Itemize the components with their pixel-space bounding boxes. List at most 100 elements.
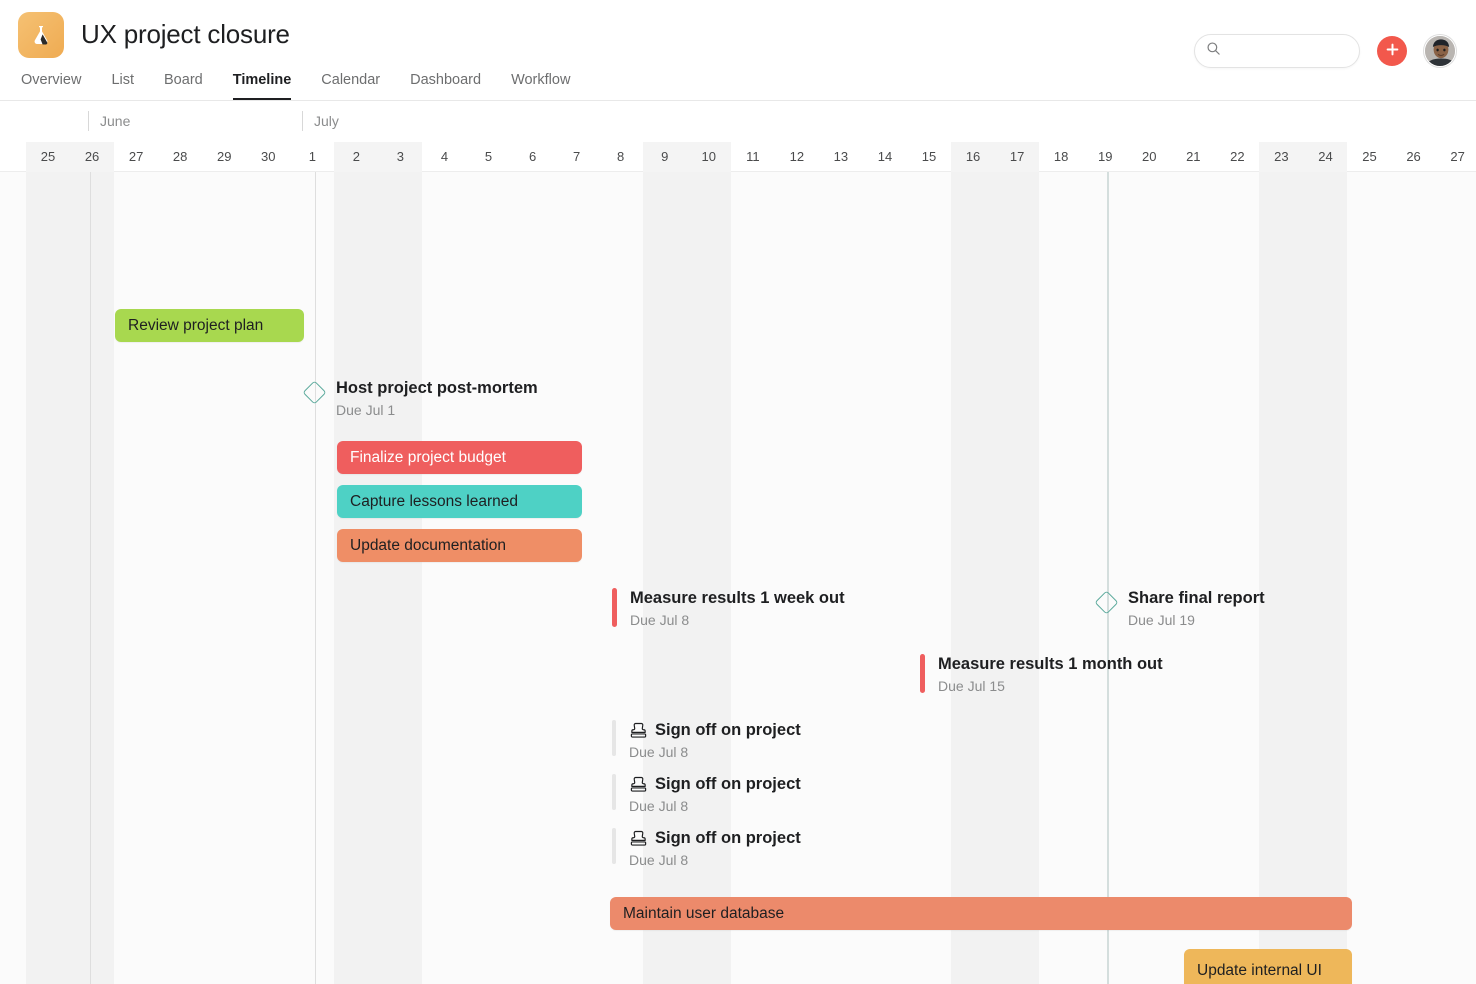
tab-overview[interactable]: Overview — [21, 72, 81, 100]
milestone-bar-marker — [612, 774, 616, 810]
milestone-text: Measure results 1 week outDue Jul 8 — [630, 587, 845, 630]
day-header-cell: 27 — [1436, 142, 1476, 172]
milestone-text: Sign off on projectDue Jul 8 — [629, 773, 801, 816]
search-box[interactable] — [1194, 34, 1360, 68]
month-divider — [90, 172, 91, 984]
day-header-cell: 9 — [643, 142, 687, 172]
tab-calendar[interactable]: Calendar — [321, 72, 380, 100]
day-header-cell: 7 — [555, 142, 599, 172]
timeline-view[interactable]: June July 252627282930123456789101112131… — [0, 101, 1476, 984]
milestone-bar-marker — [920, 654, 925, 693]
day-header-cell: 3 — [378, 142, 422, 172]
stamp-icon — [629, 775, 648, 794]
header-actions — [1194, 34, 1456, 68]
day-header-cell: 10 — [687, 142, 731, 172]
milestone-title-text: Measure results 1 week out — [630, 587, 845, 609]
day-header-cell: 5 — [467, 142, 511, 172]
milestone-due-date: Due Jul 15 — [938, 676, 1163, 696]
milestone-title-text: Host project post-mortem — [336, 377, 538, 399]
timeline-milestone[interactable]: Share final reportDue Jul 19 — [1098, 587, 1265, 630]
day-header-cell: 30 — [246, 142, 290, 172]
timeline-task-bar[interactable]: Capture lessons learned — [337, 485, 582, 518]
timeline-milestone[interactable]: Sign off on projectDue Jul 8 — [612, 719, 801, 762]
milestone-title-text: Share final report — [1128, 587, 1265, 609]
day-header-cell: 20 — [1127, 142, 1171, 172]
day-header-cell: 26 — [70, 142, 114, 172]
tab-list[interactable]: List — [111, 72, 134, 100]
stamp-icon — [629, 829, 648, 848]
timeline-milestone[interactable]: Host project post-mortemDue Jul 1 — [306, 377, 538, 420]
timeline-task-bar[interactable]: Finalize project budget — [337, 441, 582, 474]
milestone-text: Measure results 1 month outDue Jul 15 — [938, 653, 1163, 696]
timeline-task-bar[interactable]: Update internal UI for user database — [1184, 949, 1352, 984]
milestone-title-text: Sign off on project — [655, 773, 801, 795]
milestone-bar-marker — [612, 588, 617, 627]
day-header-cell: 14 — [863, 142, 907, 172]
month-header-row: June July — [0, 101, 1476, 142]
day-header-cell: 4 — [422, 142, 466, 172]
milestone-due-date: Due Jul 8 — [629, 796, 801, 816]
timeline-task-bar[interactable]: Update documentation — [337, 529, 582, 562]
avatar[interactable] — [1424, 35, 1456, 67]
timeline-task-bar[interactable]: Review project plan — [115, 309, 304, 342]
weekend-band — [70, 172, 114, 984]
milestone-title: Sign off on project — [629, 773, 801, 795]
milestone-due-date: Due Jul 19 — [1128, 610, 1265, 630]
tab-workflow[interactable]: Workflow — [511, 72, 570, 100]
day-header-cell: 6 — [511, 142, 555, 172]
day-header-cell: 24 — [1303, 142, 1347, 172]
add-button[interactable] — [1377, 36, 1407, 66]
day-header-cell: 1 — [290, 142, 334, 172]
day-header-cell: 29 — [202, 142, 246, 172]
flask-icon — [18, 12, 64, 58]
day-header-cell: 21 — [1171, 142, 1215, 172]
milestone-due-date: Due Jul 8 — [630, 610, 845, 630]
search-input[interactable] — [1227, 44, 1347, 59]
month-divider — [315, 172, 316, 984]
tab-board[interactable]: Board — [164, 72, 203, 100]
milestone-title: Host project post-mortem — [336, 377, 538, 399]
weekend-band — [334, 172, 378, 984]
weekend-band — [26, 172, 70, 984]
milestone-text: Sign off on projectDue Jul 8 — [629, 827, 801, 870]
milestone-text: Host project post-mortemDue Jul 1 — [336, 377, 538, 420]
timeline-milestone[interactable]: Sign off on projectDue Jul 8 — [612, 773, 801, 816]
day-header-cell: 18 — [1039, 142, 1083, 172]
timeline-milestone[interactable]: Sign off on projectDue Jul 8 — [612, 827, 801, 870]
day-header-cell: 15 — [907, 142, 951, 172]
day-header-cell: 26 — [1392, 142, 1436, 172]
day-header-cell: 17 — [995, 142, 1039, 172]
weekend-band — [995, 172, 1039, 984]
stamp-icon — [629, 721, 648, 740]
day-header-cell: 25 — [1348, 142, 1392, 172]
day-header-cell: 13 — [819, 142, 863, 172]
milestone-bar-marker — [612, 720, 616, 756]
day-header-cell: 23 — [1259, 142, 1303, 172]
day-header-cell: 27 — [114, 142, 158, 172]
milestone-title-text: Measure results 1 month out — [938, 653, 1163, 675]
plus-icon — [1385, 42, 1400, 60]
weekend-band — [951, 172, 995, 984]
milestone-title: Share final report — [1128, 587, 1265, 609]
tab-dashboard[interactable]: Dashboard — [410, 72, 481, 100]
day-header-cell: 22 — [1215, 142, 1259, 172]
diamond-milestone-icon — [1094, 590, 1118, 614]
milestone-title-text: Sign off on project — [655, 719, 801, 741]
timeline-milestone[interactable]: Measure results 1 week outDue Jul 8 — [612, 587, 845, 630]
milestone-due-date: Due Jul 8 — [629, 850, 801, 870]
milestone-due-date: Due Jul 8 — [629, 742, 801, 762]
timeline-task-bar[interactable]: Maintain user database — [610, 897, 1352, 930]
diamond-milestone-icon — [302, 380, 326, 404]
tab-timeline[interactable]: Timeline — [233, 72, 292, 100]
day-header-cell: 25 — [26, 142, 70, 172]
search-icon — [1206, 41, 1221, 61]
month-label-july: July — [302, 111, 339, 131]
timeline-milestone[interactable]: Measure results 1 month outDue Jul 15 — [920, 653, 1163, 696]
page-title: UX project closure — [81, 19, 290, 50]
milestone-title: Measure results 1 week out — [630, 587, 845, 609]
weekend-band — [1303, 172, 1347, 984]
milestone-title: Sign off on project — [629, 719, 801, 741]
timeline-grid[interactable]: Review project plan Finalize project budg… — [0, 172, 1476, 984]
day-header-row: 2526272829301234567891011121314151617181… — [0, 142, 1476, 172]
milestone-title: Measure results 1 month out — [938, 653, 1163, 675]
